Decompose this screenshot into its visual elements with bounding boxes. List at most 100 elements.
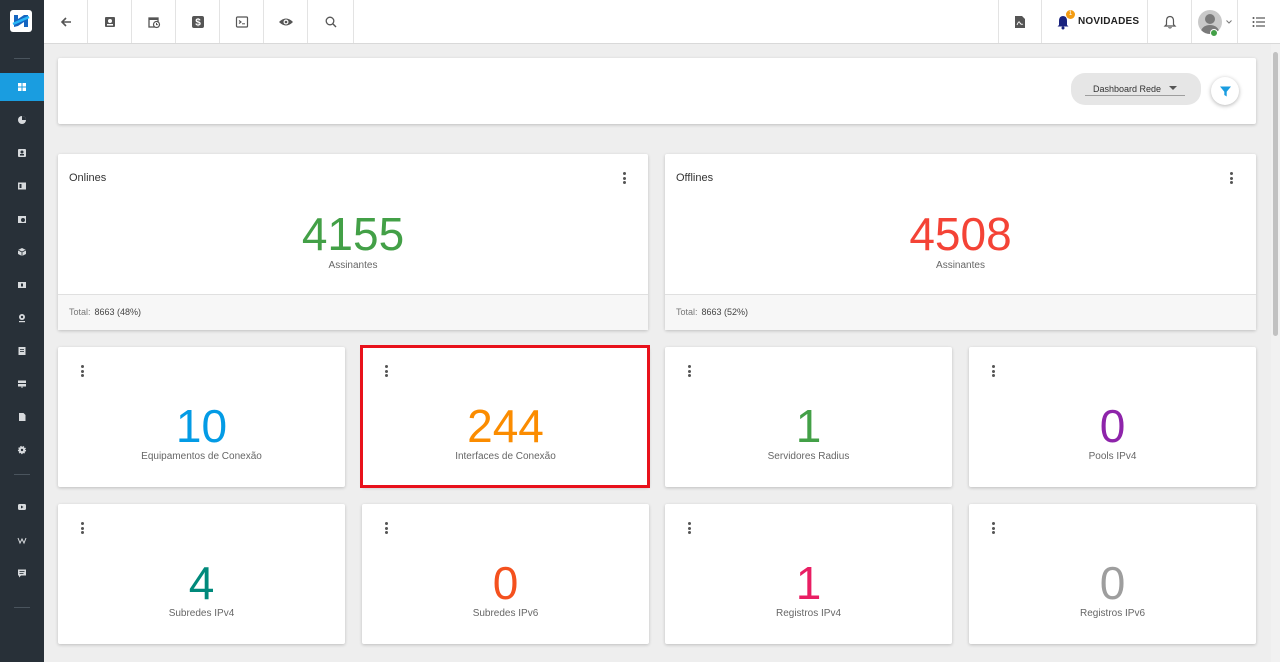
sidebar-divider [14, 607, 30, 608]
notification-badge: 1 [1066, 10, 1075, 19]
gear-icon [17, 445, 27, 455]
document-icon [18, 347, 26, 355]
sidebar-item-chat[interactable] [0, 559, 44, 587]
sidebar-divider [14, 58, 30, 59]
onlines-card: Onlines 4155 Assinantes Total: 8663 (48%) [58, 154, 648, 330]
card-footer: Total: 8663 (52%) [665, 294, 1256, 330]
card-title: Offlines [676, 172, 714, 184]
caret-down-icon [1169, 86, 1177, 90]
dashboard-filter-card: Dashboard Rede [58, 58, 1256, 124]
pdf-file-icon [1015, 15, 1025, 28]
wiki-icon [17, 537, 27, 545]
sidebar-item-board[interactable] [0, 172, 44, 200]
more-vert-icon[interactable] [622, 172, 626, 184]
stat-value: 0 [1099, 557, 1126, 609]
search-button[interactable] [308, 0, 354, 43]
offlines-value: 4508 [909, 208, 1012, 260]
stat-card-registros-ipv4[interactable]: 1 Registros IPv4 [665, 504, 952, 644]
stat-card-pools-ipv4[interactable]: 0 Pools IPv4 [969, 347, 1256, 487]
view-button[interactable] [264, 0, 308, 43]
sidebar-item-calendar[interactable] [0, 205, 44, 233]
dashboard-select[interactable]: Dashboard Rede [1071, 73, 1201, 105]
terminal-button[interactable] [220, 0, 264, 43]
stat-label: Subredes IPv4 [168, 608, 235, 619]
avatar [1197, 9, 1222, 34]
page-scrollbar[interactable] [1271, 44, 1280, 662]
more-vert-icon[interactable] [991, 365, 995, 377]
sidebar [0, 0, 44, 662]
board-icon [18, 182, 26, 190]
stat-card-registros-ipv6[interactable]: 0 Registros IPv6 [969, 504, 1256, 644]
sidebar-item-settings[interactable] [0, 436, 44, 464]
sidebar-item-wiki[interactable] [0, 526, 44, 554]
search-icon [325, 16, 336, 27]
stat-label: Registros IPv4 [775, 608, 842, 619]
offlines-label: Assinantes [936, 260, 985, 271]
novidades-button[interactable]: 1 NOVIDADES [1042, 0, 1148, 43]
more-vert-icon[interactable] [384, 522, 388, 534]
youtube-icon [18, 504, 26, 510]
top-bar: $ 1 NOVIDADES [44, 0, 1280, 44]
stat-card-subredes-ipv4[interactable]: 4 Subredes IPv4 [58, 504, 345, 644]
offlines-card: Offlines 4508 Assinantes Total: 8663 (52%… [665, 154, 1256, 330]
more-vert-icon[interactable] [991, 522, 995, 534]
select-underline [1085, 95, 1185, 96]
filter-button[interactable] [1211, 77, 1239, 105]
dashboard-select-value: Dashboard Rede [1093, 84, 1162, 94]
calendar-icon [18, 216, 26, 223]
stat-value: 0 [1099, 400, 1126, 452]
box-icon [17, 248, 27, 256]
dollar-icon: $ [191, 15, 204, 28]
stat-card-equipamentos[interactable]: 10 Equipamentos de Conexão [58, 347, 345, 487]
novidades-label: NOVIDADES [1078, 16, 1140, 27]
more-vert-icon[interactable] [80, 522, 84, 534]
back-button[interactable] [44, 0, 88, 43]
arrow-left-icon [60, 16, 71, 27]
sidebar-item-contacts[interactable] [0, 139, 44, 167]
contacts-button[interactable] [88, 0, 132, 43]
sidebar-item-files[interactable] [0, 403, 44, 431]
sidebar-item-products[interactable] [0, 238, 44, 266]
file-icon [19, 413, 26, 421]
stat-value: 10 [175, 400, 228, 452]
total-value: 8663 (48%) [94, 307, 142, 317]
bell-icon [1163, 15, 1176, 29]
dashboard-icon [18, 83, 26, 91]
sidebar-item-tickets[interactable] [0, 271, 44, 299]
list-menu-icon [1252, 16, 1265, 27]
map-pin-icon [19, 314, 25, 323]
sidebar-item-reports[interactable] [0, 106, 44, 134]
sidebar-divider [14, 474, 30, 475]
more-vert-icon[interactable] [80, 365, 84, 377]
stat-value: 1 [795, 400, 822, 452]
card-footer: Total: 8663 (48%) [58, 294, 648, 330]
menu-list-button[interactable] [1238, 0, 1280, 43]
stat-label: Pools IPv4 [1088, 451, 1137, 462]
notifications-button[interactable] [1148, 0, 1192, 43]
finance-button[interactable]: $ [176, 0, 220, 43]
total-value: 8663 (52%) [701, 307, 749, 317]
chevron-down-icon [1225, 19, 1232, 24]
sidebar-item-documents[interactable] [0, 337, 44, 365]
pdf-button[interactable] [998, 0, 1042, 43]
sidebar-item-youtube[interactable] [0, 493, 44, 521]
more-vert-icon[interactable] [687, 522, 691, 534]
app-logo[interactable] [10, 10, 32, 32]
more-vert-icon[interactable] [1229, 172, 1233, 184]
scrollbar-thumb[interactable] [1273, 52, 1278, 336]
contact-card-icon [104, 16, 115, 27]
stat-label: Servidores Radius [767, 451, 850, 462]
sidebar-item-network[interactable] [0, 370, 44, 398]
total-label: Total: [69, 307, 91, 317]
stat-card-radius[interactable]: 1 Servidores Radius [665, 347, 952, 487]
sidebar-item-maps[interactable] [0, 304, 44, 332]
total-label: Total: [676, 307, 698, 317]
schedule-button[interactable] [132, 0, 176, 43]
more-vert-icon[interactable] [687, 365, 691, 377]
highlight-box [360, 345, 650, 488]
stat-card-subredes-ipv6[interactable]: 0 Subredes IPv6 [362, 504, 649, 644]
sidebar-item-dashboard[interactable] [0, 73, 44, 101]
stat-value: 4 [188, 557, 215, 609]
server-icon [18, 380, 26, 388]
calendar-clock-icon [147, 16, 160, 28]
